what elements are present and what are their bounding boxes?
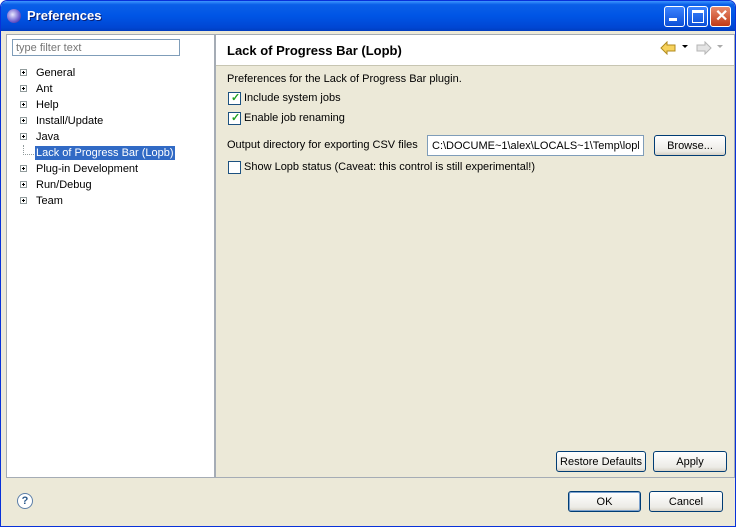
output-directory-label: Output directory for exporting CSV files [227,139,418,151]
checkbox-box[interactable]: ✓ [228,92,241,105]
expand-icon[interactable] [20,101,27,108]
preference-page: Lack of Progress Bar (Lopb) Preferences … [215,34,735,478]
tree-item-label: Lack of Progress Bar (Lopb) [35,146,175,160]
eclipse-icon [7,9,21,23]
tree-item-label: Ant [36,83,53,95]
checkbox-box[interactable]: ✓ [228,112,241,125]
title-bar[interactable]: Preferences ✕ [1,1,735,31]
tree-item-java[interactable]: Java [7,129,212,145]
apply-button[interactable]: Apply [653,451,727,472]
expand-icon[interactable] [20,117,27,124]
tree-item-lopb[interactable]: Lack of Progress Bar (Lopb) [7,145,212,161]
expand-icon[interactable] [20,165,27,172]
output-directory-input[interactable] [427,135,644,156]
forward-arrow-icon [696,41,712,55]
expand-icon[interactable] [20,69,27,76]
preferences-window: Preferences ✕ General Ant Help Install/U… [0,0,736,527]
maximize-button[interactable] [687,6,708,27]
expand-icon[interactable] [20,197,27,204]
minimize-button[interactable] [664,6,685,27]
tree-item-help[interactable]: Help [7,97,212,113]
back-arrow-icon[interactable] [660,41,676,55]
checkbox-box[interactable] [228,161,241,174]
forward-dropdown-icon [717,45,723,48]
tree-item-label: General [36,67,76,79]
expand-icon[interactable] [20,181,27,188]
preference-tree-pane: General Ant Help Install/Update Java Lac… [6,34,215,478]
checkbox-label[interactable]: Show Lopb status (Caveat: this control i… [244,161,535,173]
checkbox-label[interactable]: Enable job renaming [244,112,345,124]
checkbox-label[interactable]: Include system jobs [244,92,341,104]
tree-item-label: Java [36,131,60,143]
tree-item-team[interactable]: Team [7,193,212,209]
page-header: Lack of Progress Bar (Lopb) [216,35,734,66]
tree-item-ant[interactable]: Ant [7,81,212,97]
window-title: Preferences [27,8,102,23]
tree-connector-line [23,145,34,155]
page-title: Lack of Progress Bar (Lopb) [227,43,402,58]
back-dropdown-icon[interactable] [682,45,688,48]
expand-icon[interactable] [20,85,27,92]
ok-button[interactable]: OK [568,491,641,512]
restore-defaults-button[interactable]: Restore Defaults [556,451,646,472]
maximize-icon [692,10,704,23]
minimize-icon [669,18,677,21]
tree-item-plugin-development[interactable]: Plug-in Development [7,161,212,177]
tree-item-general[interactable]: General [7,65,212,81]
tree-item-label: Plug-in Development [36,163,139,175]
help-icon[interactable]: ? [17,493,33,509]
check-mark-icon: ✓ [231,112,241,124]
expand-icon[interactable] [20,133,27,140]
tree-item-label: Help [36,99,59,111]
tree-item-label: Team [36,195,63,207]
close-button[interactable]: ✕ [710,6,731,27]
cancel-button[interactable]: Cancel [649,491,723,512]
page-description: Preferences for the Lack of Progress Bar… [227,73,462,85]
browse-button[interactable]: Browse... [654,135,726,156]
tree-item-install-update[interactable]: Install/Update [7,113,212,129]
tree-item-label: Run/Debug [36,179,92,191]
close-icon: ✕ [715,8,729,25]
tree-item-run-debug[interactable]: Run/Debug [7,177,212,193]
filter-input[interactable] [12,39,180,56]
tree-item-label: Install/Update [36,115,104,127]
check-mark-icon: ✓ [231,92,241,104]
